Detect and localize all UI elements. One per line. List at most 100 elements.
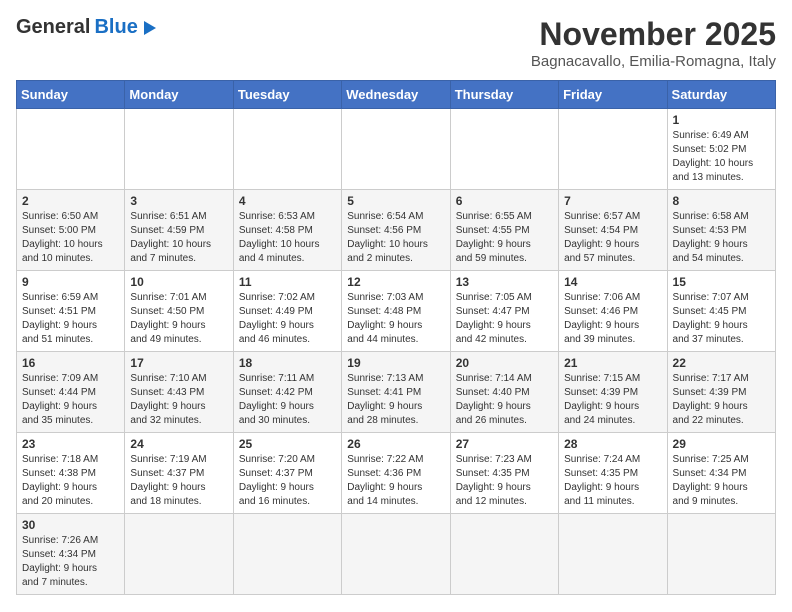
day-number: 6: [456, 194, 553, 208]
day-number: 20: [456, 356, 553, 370]
weekday-header-row: SundayMondayTuesdayWednesdayThursdayFrid…: [17, 81, 776, 109]
weekday-header-thursday: Thursday: [450, 81, 558, 109]
calendar-cell: 15 Sunrise: 7:07 AM Sunset: 4:45 PM Dayli…: [667, 271, 775, 352]
weekday-header-wednesday: Wednesday: [342, 81, 450, 109]
weekday-header-monday: Monday: [125, 81, 233, 109]
day-info: Sunrise: 7:25 AM Sunset: 4:34 PM Dayligh…: [673, 453, 770, 509]
day-number: 21: [564, 356, 661, 370]
logo-area: General Blue: [16, 16, 156, 39]
calendar-cell: 6Sunrise: 6:55 AM Sunset: 4:55 PM Daylig…: [450, 190, 558, 271]
calendar-week-row: 2Sunrise: 6:50 AM Sunset: 5:00 PM Daylig…: [17, 190, 776, 271]
calendar-cell: 14 Sunrise: 7:06 AM Sunset: 4:46 PM Dayli…: [559, 271, 667, 352]
day-info: Sunrise: 6:57 AM Sunset: 4:54 PM Dayligh…: [564, 210, 661, 266]
calendar-cell: 29Sunrise: 7:25 AM Sunset: 4:34 PM Dayli…: [667, 433, 775, 514]
day-info: Sunrise: 7:10 AM Sunset: 4:43 PM Dayligh…: [130, 372, 227, 428]
calendar-cell: 17Sunrise: 7:10 AM Sunset: 4:43 PM Dayli…: [125, 352, 233, 433]
day-info: Sunrise: 7:22 AM Sunset: 4:36 PM Dayligh…: [347, 453, 444, 509]
calendar-week-row: 16 Sunrise: 7:09 AM Sunset: 4:44 PM Dayli…: [17, 352, 776, 433]
calendar-cell: [342, 109, 450, 190]
day-number: 13: [456, 275, 553, 289]
day-info: Sunrise: 7:19 AM Sunset: 4:37 PM Dayligh…: [130, 453, 227, 509]
calendar-cell: 23Sunrise: 7:18 AM Sunset: 4:38 PM Dayli…: [17, 433, 125, 514]
calendar-cell: 25Sunrise: 7:20 AM Sunset: 4:37 PM Dayli…: [233, 433, 341, 514]
weekday-header-friday: Friday: [559, 81, 667, 109]
calendar-week-row: 9Sunrise: 6:59 AM Sunset: 4:51 PM Daylig…: [17, 271, 776, 352]
day-number: 19: [347, 356, 444, 370]
calendar-cell: 1Sunrise: 6:49 AM Sunset: 5:02 PM Daylig…: [667, 109, 775, 190]
day-info: Sunrise: 7:11 AM Sunset: 4:42 PM Dayligh…: [239, 372, 336, 428]
calendar-cell: 10 Sunrise: 7:01 AM Sunset: 4:50 PM Dayli…: [125, 271, 233, 352]
logo: General Blue: [16, 16, 156, 39]
day-info: Sunrise: 7:15 AM Sunset: 4:39 PM Dayligh…: [564, 372, 661, 428]
day-number: 8: [673, 194, 770, 208]
calendar-cell: 28Sunrise: 7:24 AM Sunset: 4:35 PM Dayli…: [559, 433, 667, 514]
calendar-week-row: 23Sunrise: 7:18 AM Sunset: 4:38 PM Dayli…: [17, 433, 776, 514]
calendar-cell: 4Sunrise: 6:53 AM Sunset: 4:58 PM Daylig…: [233, 190, 341, 271]
calendar-cell: 5 Sunrise: 6:54 AM Sunset: 4:56 PM Daylig…: [342, 190, 450, 271]
day-info: Sunrise: 7:06 AM Sunset: 4:46 PM Dayligh…: [564, 291, 661, 347]
calendar-cell: 7 Sunrise: 6:57 AM Sunset: 4:54 PM Daylig…: [559, 190, 667, 271]
calendar-cell: [17, 109, 125, 190]
day-info: Sunrise: 7:02 AM Sunset: 4:49 PM Dayligh…: [239, 291, 336, 347]
day-number: 22: [673, 356, 770, 370]
day-info: Sunrise: 7:17 AM Sunset: 4:39 PM Dayligh…: [673, 372, 770, 428]
day-number: 14: [564, 275, 661, 289]
title-area: November 2025 Bagnacavallo, Emilia-Romag…: [531, 16, 776, 70]
logo-text-blue: Blue: [94, 16, 137, 39]
logo-triangle-icon: [144, 21, 156, 35]
calendar-cell: 19Sunrise: 7:13 AM Sunset: 4:41 PM Dayli…: [342, 352, 450, 433]
weekday-header-sunday: Sunday: [17, 81, 125, 109]
day-info: Sunrise: 7:26 AM Sunset: 4:34 PM Dayligh…: [22, 534, 119, 590]
calendar-cell: [125, 109, 233, 190]
day-number: 28: [564, 437, 661, 451]
calendar-cell: 13 Sunrise: 7:05 AM Sunset: 4:47 PM Dayli…: [450, 271, 558, 352]
weekday-header-tuesday: Tuesday: [233, 81, 341, 109]
day-info: Sunrise: 6:58 AM Sunset: 4:53 PM Dayligh…: [673, 210, 770, 266]
calendar-cell: 2Sunrise: 6:50 AM Sunset: 5:00 PM Daylig…: [17, 190, 125, 271]
day-info: Sunrise: 7:23 AM Sunset: 4:35 PM Dayligh…: [456, 453, 553, 509]
calendar-cell: [667, 514, 775, 595]
day-number: 5: [347, 194, 444, 208]
day-number: 16: [22, 356, 119, 370]
calendar-cell: 22 Sunrise: 7:17 AM Sunset: 4:39 PM Dayli…: [667, 352, 775, 433]
day-number: 24: [130, 437, 227, 451]
calendar-cell: 24 Sunrise: 7:19 AM Sunset: 4:37 PM Dayli…: [125, 433, 233, 514]
day-number: 11: [239, 275, 336, 289]
day-info: Sunrise: 7:14 AM Sunset: 4:40 PM Dayligh…: [456, 372, 553, 428]
calendar-cell: [450, 514, 558, 595]
calendar-cell: 26 Sunrise: 7:22 AM Sunset: 4:36 PM Dayli…: [342, 433, 450, 514]
day-info: Sunrise: 6:50 AM Sunset: 5:00 PM Dayligh…: [22, 210, 119, 266]
day-info: Sunrise: 6:51 AM Sunset: 4:59 PM Dayligh…: [130, 210, 227, 266]
calendar-cell: [559, 109, 667, 190]
calendar-cell: [125, 514, 233, 595]
day-number: 10: [130, 275, 227, 289]
calendar-cell: 30 Sunrise: 7:26 AM Sunset: 4:34 PM Dayli…: [17, 514, 125, 595]
calendar-week-row: 1Sunrise: 6:49 AM Sunset: 5:02 PM Daylig…: [17, 109, 776, 190]
calendar-cell: 11 Sunrise: 7:02 AM Sunset: 4:49 PM Dayli…: [233, 271, 341, 352]
day-info: Sunrise: 7:18 AM Sunset: 4:38 PM Dayligh…: [22, 453, 119, 509]
day-info: Sunrise: 6:49 AM Sunset: 5:02 PM Dayligh…: [673, 129, 770, 185]
calendar-cell: [450, 109, 558, 190]
calendar-cell: 18Sunrise: 7:11 AM Sunset: 4:42 PM Dayli…: [233, 352, 341, 433]
day-info: Sunrise: 7:01 AM Sunset: 4:50 PM Dayligh…: [130, 291, 227, 347]
calendar-week-row: 30 Sunrise: 7:26 AM Sunset: 4:34 PM Dayli…: [17, 514, 776, 595]
day-number: 26: [347, 437, 444, 451]
day-number: 30: [22, 518, 119, 532]
calendar-cell: 3 Sunrise: 6:51 AM Sunset: 4:59 PM Daylig…: [125, 190, 233, 271]
calendar-cell: 9Sunrise: 6:59 AM Sunset: 4:51 PM Daylig…: [17, 271, 125, 352]
day-info: Sunrise: 7:07 AM Sunset: 4:45 PM Dayligh…: [673, 291, 770, 347]
calendar-cell: 27Sunrise: 7:23 AM Sunset: 4:35 PM Dayli…: [450, 433, 558, 514]
location-subtitle: Bagnacavallo, Emilia-Romagna, Italy: [531, 53, 776, 70]
day-number: 7: [564, 194, 661, 208]
calendar-cell: 12Sunrise: 7:03 AM Sunset: 4:48 PM Dayli…: [342, 271, 450, 352]
day-number: 15: [673, 275, 770, 289]
day-info: Sunrise: 6:59 AM Sunset: 4:51 PM Dayligh…: [22, 291, 119, 347]
day-info: Sunrise: 7:05 AM Sunset: 4:47 PM Dayligh…: [456, 291, 553, 347]
calendar-cell: 21 Sunrise: 7:15 AM Sunset: 4:39 PM Dayli…: [559, 352, 667, 433]
day-info: Sunrise: 7:09 AM Sunset: 4:44 PM Dayligh…: [22, 372, 119, 428]
logo-text-general: General: [16, 16, 90, 39]
day-info: Sunrise: 7:20 AM Sunset: 4:37 PM Dayligh…: [239, 453, 336, 509]
day-number: 3: [130, 194, 227, 208]
day-info: Sunrise: 6:54 AM Sunset: 4:56 PM Dayligh…: [347, 210, 444, 266]
day-info: Sunrise: 6:53 AM Sunset: 4:58 PM Dayligh…: [239, 210, 336, 266]
